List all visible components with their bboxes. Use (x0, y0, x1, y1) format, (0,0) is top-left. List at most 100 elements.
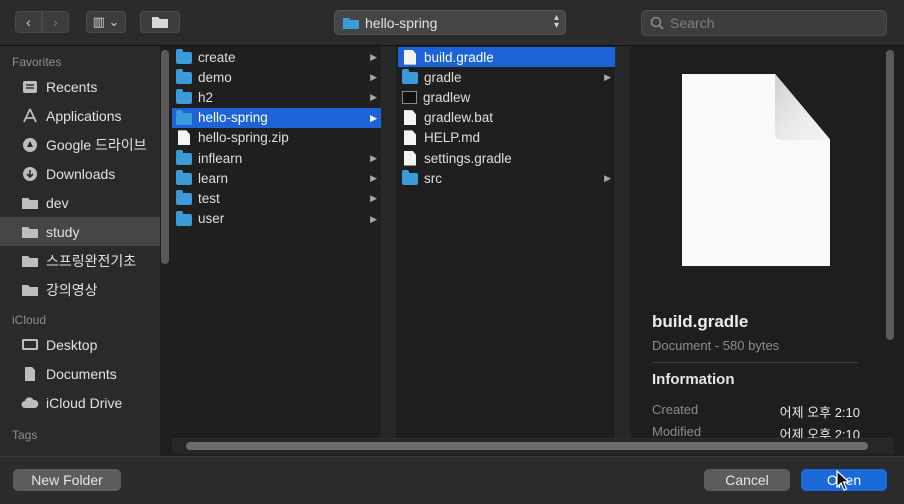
folder-icon (20, 282, 40, 298)
list-item[interactable]: h2 ▶ (172, 87, 381, 107)
google-drive-icon (20, 137, 40, 153)
folder-icon (402, 170, 418, 186)
column-study: create ▶ demo ▶ h2 ▶ hello-spring ▶ hello-sp… (172, 46, 382, 438)
new-folder-button[interactable]: New Folder (13, 469, 121, 491)
folder-icon (343, 18, 359, 29)
file-icon (404, 110, 416, 126)
sidebar-item-recents[interactable]: Recents (0, 72, 160, 101)
list-item-selected[interactable]: build.gradle (398, 47, 615, 68)
sidebar-item-dev[interactable]: dev (0, 188, 160, 217)
sidebar-item-documents[interactable]: Documents (0, 359, 160, 388)
list-item[interactable]: demo ▶ (172, 67, 381, 87)
search-input[interactable] (670, 15, 870, 31)
folder-icon (176, 49, 192, 65)
chevron-right-icon: ▶ (604, 173, 611, 184)
sidebar-item-label: study (46, 223, 80, 240)
sidebar-item-label: iCloud Drive (46, 394, 123, 411)
search-icon (650, 16, 664, 30)
sidebar-header-icloud: iCloud (12, 313, 47, 327)
forward-button[interactable]: › (42, 11, 69, 33)
chevron-right-icon: ▶ (370, 173, 377, 184)
folder-icon (176, 89, 192, 105)
sidebar: Favorites Recents Applications Google 드라… (0, 46, 160, 456)
documents-icon (20, 366, 40, 382)
sidebar-item-google-drive[interactable]: Google 드라이브 (0, 130, 160, 159)
search-field[interactable] (641, 10, 887, 36)
horizontal-scrollbar[interactable] (186, 442, 868, 450)
list-item[interactable]: settings.gradle (398, 148, 615, 168)
divider (652, 362, 858, 363)
downloads-icon (20, 166, 40, 182)
list-item[interactable]: gradlew.bat (398, 108, 615, 128)
list-item[interactable]: create ▶ (172, 47, 381, 67)
created-row: Created 어제 오후 2:10 (652, 402, 860, 421)
sidebar-item-study[interactable]: study (0, 217, 160, 246)
sidebar-item-label: Google 드라이브 (46, 136, 147, 153)
footer: New Folder Cancel Open (0, 456, 904, 504)
path-popup[interactable]: hello-spring ▴ ▾ (334, 10, 566, 35)
sidebar-item-spring-basics[interactable]: 스프링완전기초 (0, 246, 160, 275)
sidebar-item-label: Desktop (46, 336, 98, 353)
icloud-icon (20, 395, 40, 411)
chevron-left-icon: ‹ (26, 14, 31, 30)
mouse-cursor-icon (836, 470, 850, 491)
sidebar-item-label: Documents (46, 365, 117, 382)
preview-scrollbar[interactable] (886, 50, 894, 340)
list-item[interactable]: test ▶ (172, 188, 381, 208)
list-item[interactable]: HELP.md (398, 128, 615, 148)
folder-icon (402, 69, 418, 85)
folder-icon (20, 224, 40, 240)
sidebar-item-icloud-drive[interactable]: iCloud Drive (0, 388, 160, 417)
list-item[interactable]: user ▶ (172, 209, 381, 229)
folder-icon (176, 210, 192, 226)
chevron-right-icon: ▶ (604, 72, 611, 83)
view-mode-button[interactable]: ▥ ⌄ (86, 11, 126, 33)
folder-icon (176, 190, 192, 206)
modified-label: Modified (652, 424, 702, 438)
column-divider[interactable] (382, 46, 396, 438)
toolbar: ‹ › ▥ ⌄ hello-spring ▴ ▾ (0, 0, 904, 46)
list-item-selected[interactable]: hello-spring ▶ (172, 107, 381, 128)
list-item[interactable]: inflearn ▶ (172, 148, 381, 168)
clock-icon (20, 79, 40, 95)
folder-icon (20, 253, 40, 269)
folder-menu-button[interactable] (140, 11, 180, 33)
sidebar-item-label: Downloads (46, 165, 116, 182)
chevron-right-icon: ▶ (370, 213, 377, 224)
sidebar-item-downloads[interactable]: Downloads (0, 159, 160, 188)
list-item[interactable]: hello-spring.zip (172, 128, 381, 148)
folder-icon (20, 195, 40, 211)
folder-icon (152, 17, 168, 28)
updown-chevron-icon: ▴ ▾ (553, 12, 559, 31)
sidebar-item-applications[interactable]: Applications (0, 101, 160, 130)
back-button[interactable]: ‹ (15, 11, 42, 33)
preview-kind: Document - 580 bytes (652, 338, 780, 353)
preview-filename: build.gradle (652, 312, 749, 331)
chevron-right-icon: ▶ (370, 72, 377, 83)
modified-value: 어제 오후 2:10 (779, 427, 860, 438)
column-hello-spring: build.gradle gradle ▶ gradlew gradlew.bat… (398, 46, 616, 438)
sidebar-item-lecture-videos[interactable]: 강의영상 (0, 275, 160, 304)
folder-icon (176, 69, 192, 85)
document-icon (682, 74, 830, 266)
desktop-icon (20, 337, 40, 353)
sidebar-header-favorites: Favorites (12, 55, 62, 69)
column-divider[interactable] (616, 46, 630, 438)
applications-icon (20, 108, 40, 124)
list-item[interactable]: gradle ▶ (398, 67, 615, 87)
list-item[interactable]: gradlew (398, 87, 615, 107)
folder-icon (176, 109, 192, 125)
created-label: Created (652, 402, 699, 417)
file-icon (404, 49, 416, 65)
list-item[interactable]: learn ▶ (172, 168, 381, 188)
cancel-button[interactable]: Cancel (704, 469, 790, 491)
information-header: Information (652, 371, 735, 388)
list-item[interactable]: src ▶ (398, 168, 615, 188)
folder-icon (176, 150, 192, 166)
chevron-right-icon: ▶ (370, 193, 377, 204)
file-icon (404, 130, 416, 146)
sidebar-item-label: 스프링완전기초 (46, 252, 137, 269)
sidebar-item-desktop[interactable]: Desktop (0, 330, 160, 359)
sidebar-scrollbar[interactable] (161, 50, 169, 264)
file-icon (404, 150, 416, 166)
